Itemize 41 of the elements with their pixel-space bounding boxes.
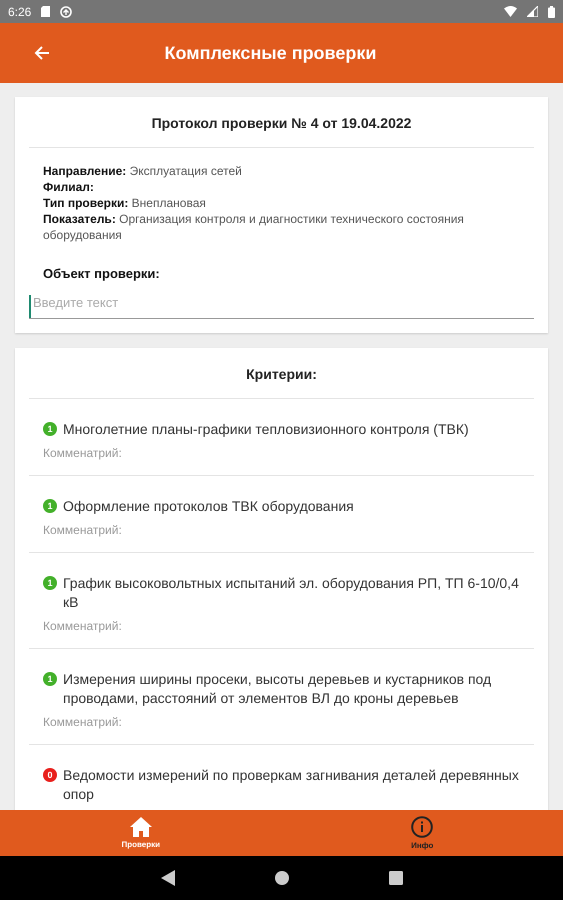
criterion-text: Ведомости измерений по проверкам загнивания деталей деревянных опор bbox=[63, 766, 520, 804]
info-line: Показатель: Организация контроля и диагностики технического состояния оборудования bbox=[43, 211, 465, 243]
comment-label: Комменатрий: bbox=[43, 523, 123, 537]
home-icon[interactable] bbox=[274, 871, 288, 885]
recents-icon[interactable] bbox=[388, 871, 402, 885]
sync-icon bbox=[60, 6, 72, 18]
sd-card-icon bbox=[41, 6, 50, 17]
criteria-title: Критерии: bbox=[29, 348, 534, 399]
wifi-icon bbox=[504, 6, 517, 17]
score-badge: 0 bbox=[43, 768, 57, 782]
score-badge: 1 bbox=[43, 576, 57, 590]
criterion-item[interactable]: 1 Многолетние планы-графики тепловизионного контроля (ТВК) Комменатрий: bbox=[29, 399, 534, 476]
object-label: Объект проверки: bbox=[42, 265, 161, 281]
criterion-text: Оформление протоколов ТВК оборудования bbox=[63, 497, 354, 516]
criterion-text: График высоковольтных испытаний эл. оборудования РП, ТП 6-10/0,4 кВ bbox=[63, 574, 520, 612]
criterion-item[interactable]: 1 Оформление протоколов ТВК оборудования Комменатрий: bbox=[29, 476, 534, 553]
nav-tab[interactable]: Инфо bbox=[282, 810, 563, 856]
back-icon[interactable] bbox=[160, 870, 174, 886]
battery-icon bbox=[548, 6, 555, 18]
home-icon bbox=[130, 817, 152, 837]
info-icon bbox=[411, 816, 434, 838]
info-line: Направление: Эксплуатация сетей bbox=[43, 163, 243, 179]
criterion-item[interactable]: 1 Измерения ширины просеки, высоты деревьев и кустарников под проводами, расстояний от элементов ВЛ до кроны деревьев Комменатрий: bbox=[29, 649, 534, 745]
comment-label: Комменатрий: bbox=[43, 619, 123, 633]
info-line: Филиал: bbox=[43, 179, 95, 195]
nav-tab[interactable]: Проверки bbox=[0, 810, 282, 856]
criterion-text: Измерения ширины просеки, высоты деревьев и кустарников под проводами, расстояний от элементов ВЛ до кроны деревьев bbox=[63, 670, 492, 708]
score-badge: 1 bbox=[43, 499, 57, 513]
status-time: 6:26 bbox=[8, 4, 32, 18]
signal-icon bbox=[527, 6, 538, 17]
back-arrow-icon bbox=[34, 45, 50, 61]
criterion-text: Многолетние планы-графики тепловизионного контроля (ТВК) bbox=[63, 420, 469, 439]
info-line: Тип проверки: Внеплановая bbox=[43, 195, 207, 211]
object-input-field[interactable]: Введите текст bbox=[29, 295, 534, 319]
criterion-item[interactable]: 1 График высоковольтных испытаний эл. оборудования РП, ТП 6-10/0,4 кВ Комменатрий: bbox=[29, 553, 534, 649]
comment-label: Комменатрий: bbox=[43, 715, 123, 729]
protocol-title: Протокол проверки № 4 от 19.04.2022 bbox=[29, 97, 534, 148]
comment-label: Комменатрий: bbox=[43, 446, 123, 460]
screen-title: Комплексные проверки bbox=[164, 42, 378, 64]
score-badge: 1 bbox=[43, 422, 57, 436]
score-badge: 1 bbox=[43, 672, 57, 686]
